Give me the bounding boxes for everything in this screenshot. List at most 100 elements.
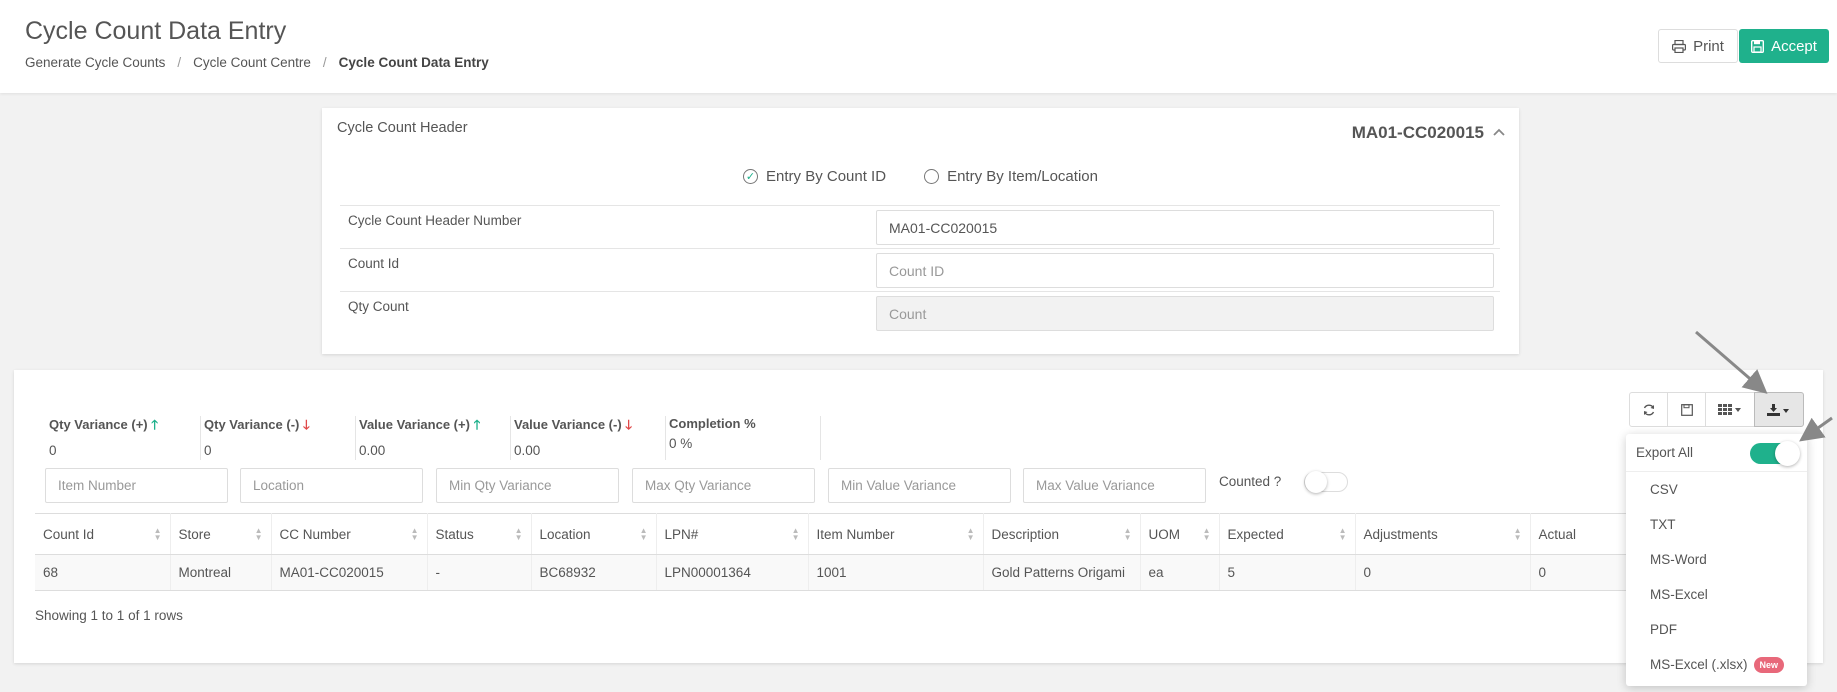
- sort-icon: ▲ ▼: [639, 526, 648, 542]
- save-icon: [1751, 39, 1765, 53]
- sort-icon: ▲ ▼: [1513, 526, 1522, 542]
- col-location[interactable]: Location ▲ ▼: [531, 513, 657, 555]
- floppy-icon: [1680, 403, 1693, 416]
- stat-value: 0.00: [359, 443, 386, 458]
- col-cc-number[interactable]: CC Number ▲ ▼: [271, 513, 428, 555]
- columns-button[interactable]: [1705, 392, 1755, 427]
- export-all-toggle[interactable]: [1750, 441, 1800, 466]
- refresh-button[interactable]: [1629, 392, 1668, 427]
- cell-lpn: LPN00001364: [656, 554, 809, 591]
- radio-label: Entry By Count ID: [766, 168, 887, 185]
- sort-icon: ▲ ▼: [410, 526, 419, 542]
- stat-value-variance-minus: Value Variance (-) 🡓 0.00: [511, 416, 666, 460]
- header-number-display: MA01-CC020015: [1351, 123, 1484, 142]
- stat-label: Value Variance (-): [514, 417, 622, 432]
- print-button[interactable]: Print: [1658, 29, 1738, 63]
- stat-qty-variance-minus: Qty Variance (-) 🡓 0: [201, 416, 356, 460]
- col-count-id[interactable]: Count Id ▲ ▼: [35, 513, 171, 555]
- stat-value: 0: [49, 443, 57, 458]
- breadcrumb-current: Cycle Count Data Entry: [338, 55, 489, 70]
- stat-value: 0: [204, 443, 212, 458]
- form-row-qty-count: Qty Count Count: [340, 291, 1500, 334]
- count-data-card: Qty Variance (+) 🡑 0 Qty Variance (-) 🡓 …: [14, 370, 1823, 663]
- export-button[interactable]: [1754, 392, 1804, 427]
- export-ms-excel[interactable]: MS-Excel: [1626, 577, 1807, 612]
- breadcrumb-cycle-count-centre[interactable]: Cycle Count Centre: [193, 55, 311, 70]
- cell-description: Gold Patterns Origami: [983, 554, 1141, 591]
- cell-expected: 5: [1219, 554, 1356, 591]
- cell-actual: 0: [1530, 554, 1631, 591]
- export-ms-excel-xlsx[interactable]: MS-Excel (.xlsx) New: [1626, 647, 1807, 682]
- export-ms-word[interactable]: MS-Word: [1626, 542, 1807, 577]
- item-number-filter[interactable]: Item Number: [45, 468, 228, 503]
- col-status[interactable]: Status ▲ ▼: [427, 513, 532, 555]
- sort-icon: ▲ ▼: [1338, 526, 1347, 542]
- stat-label: Qty Variance (-): [204, 417, 300, 432]
- cell-item-number: 1001: [808, 554, 984, 591]
- accept-button[interactable]: Accept: [1739, 29, 1829, 63]
- breadcrumb-separator: /: [322, 55, 327, 70]
- accept-label: Accept: [1771, 37, 1817, 55]
- radio-entry-by-item-location[interactable]: Entry By Item/Location: [924, 168, 1098, 185]
- cell-status: -: [427, 554, 532, 591]
- export-all-row: Export All: [1626, 434, 1807, 472]
- location-filter[interactable]: Location: [240, 468, 423, 503]
- stat-qty-variance-plus: Qty Variance (+) 🡑 0: [46, 416, 201, 460]
- max-qty-variance-filter[interactable]: Max Qty Variance: [632, 468, 815, 503]
- export-all-label: Export All: [1636, 445, 1694, 460]
- radio-checked-icon: ✓: [743, 169, 759, 184]
- col-adjustments[interactable]: Adjustments ▲ ▼: [1355, 513, 1531, 555]
- header-number-label: Cycle Count Header Number: [348, 213, 522, 228]
- printer-icon: [1672, 39, 1687, 53]
- col-uom[interactable]: UOM ▲ ▼: [1140, 513, 1220, 555]
- export-csv[interactable]: CSV: [1626, 472, 1807, 507]
- breadcrumb-separator: /: [177, 55, 182, 70]
- min-value-variance-filter[interactable]: Min Value Variance: [828, 468, 1011, 503]
- stat-value-variance-plus: Value Variance (+) 🡑 0.00: [356, 416, 511, 460]
- export-txt[interactable]: TXT: [1626, 507, 1807, 542]
- form-row-header-number: Cycle Count Header Number MA01-CC020015: [340, 205, 1500, 248]
- col-item-number[interactable]: Item Number ▲ ▼: [808, 513, 984, 555]
- page-title: Cycle Count Data Entry: [25, 17, 287, 45]
- qty-count-input: Count: [876, 296, 1494, 331]
- radio-entry-by-count-id[interactable]: ✓ Entry By Count ID: [743, 168, 886, 185]
- stat-value: 0.00: [514, 443, 541, 458]
- breadcrumb-generate-cycle-counts[interactable]: Generate Cycle Counts: [25, 55, 165, 70]
- arrow-up-icon: 🡑: [151, 417, 159, 432]
- export-pdf[interactable]: PDF: [1626, 612, 1807, 647]
- count-id-input[interactable]: Count ID: [876, 253, 1494, 288]
- chevron-up-icon[interactable]: [1493, 125, 1505, 139]
- col-store[interactable]: Store ▲ ▼: [170, 513, 272, 555]
- cell-count-id: 68: [35, 554, 171, 591]
- table-row[interactable]: 68 Montreal MA01-CC020015 - BC68932 LPN0…: [35, 554, 1631, 591]
- radio-label: Entry By Item/Location: [947, 168, 1098, 185]
- stat-label: Value Variance (+): [359, 417, 470, 432]
- count-id-label: Count Id: [348, 256, 400, 271]
- breadcrumb: Generate Cycle Counts / Cycle Count Cent…: [25, 55, 489, 70]
- col-description[interactable]: Description ▲ ▼: [983, 513, 1141, 555]
- col-actual[interactable]: Actual: [1530, 513, 1631, 555]
- col-expected[interactable]: Expected ▲ ▼: [1219, 513, 1356, 555]
- radio-unchecked-icon: [924, 169, 940, 184]
- download-icon: [1767, 403, 1789, 416]
- page-header: Cycle Count Data Entry Generate Cycle Co…: [0, 0, 1837, 93]
- counted-label: Counted ?: [1219, 474, 1282, 489]
- header-number-input[interactable]: MA01-CC020015: [876, 210, 1494, 245]
- sort-icon: ▲ ▼: [1202, 526, 1211, 542]
- new-badge: New: [1753, 656, 1785, 673]
- cell-uom: ea: [1140, 554, 1220, 591]
- max-value-variance-filter[interactable]: Max Value Variance: [1023, 468, 1206, 503]
- table-header-row: Count Id ▲ ▼ Store ▲ ▼ CC Number ▲ ▼ Status ▲ ▼ …: [35, 513, 1631, 555]
- cycle-count-header-card: Cycle Count Header MA01-CC020015 ✓ Entry…: [322, 108, 1519, 354]
- counted-toggle[interactable]: [1304, 471, 1348, 493]
- print-label: Print: [1693, 37, 1724, 55]
- sort-icon: ▲ ▼: [1123, 526, 1132, 542]
- refresh-icon: [1643, 404, 1654, 415]
- sort-icon: ▲ ▼: [966, 526, 975, 542]
- save-button[interactable]: [1667, 392, 1706, 427]
- col-lpn[interactable]: LPN# ▲ ▼: [656, 513, 809, 555]
- sort-icon: ▲ ▼: [791, 526, 800, 542]
- min-qty-variance-filter[interactable]: Min Qty Variance: [436, 468, 619, 503]
- cell-store: Montreal: [170, 554, 272, 591]
- arrow-down-icon: 🡓: [303, 417, 310, 432]
